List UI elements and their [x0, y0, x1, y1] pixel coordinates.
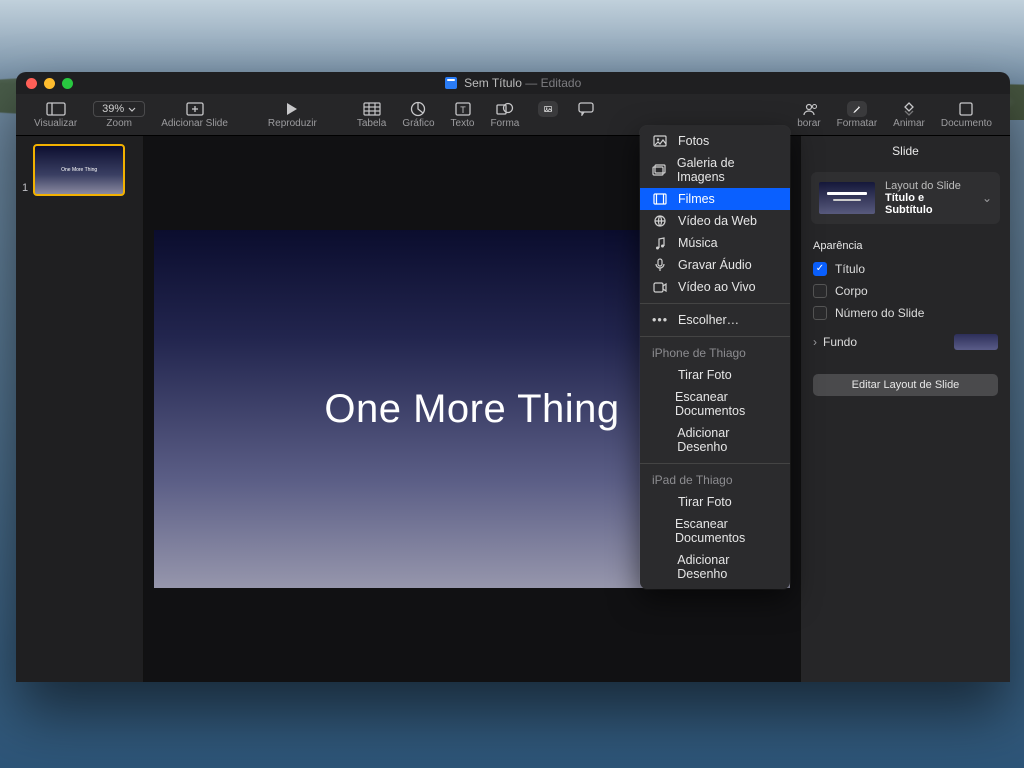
add-slide-button[interactable]: Adicionar Slide: [153, 94, 236, 136]
camera-icon: [652, 282, 668, 293]
document-icon: [445, 77, 457, 89]
menu-item-iphone-scan[interactable]: Escanear Documentos: [640, 386, 790, 422]
view-icon: [46, 101, 66, 117]
comment-button[interactable]: Com: [568, 94, 605, 136]
animate-icon: [899, 101, 919, 117]
layout-label: Layout do Slide: [885, 180, 972, 192]
view-button[interactable]: Visualizar: [26, 94, 85, 136]
chevron-down-icon: [128, 107, 136, 112]
document-name: Sem Título: [464, 76, 522, 90]
text-icon: T: [453, 101, 473, 117]
slide-number: 1: [22, 182, 28, 194]
shape-icon: [495, 101, 515, 117]
collaborate-icon: [799, 101, 819, 117]
gallery-icon: [652, 164, 667, 176]
collaborate-button[interactable]: borar: [789, 94, 828, 136]
edit-layout-button[interactable]: Editar Layout de Slide: [813, 374, 998, 396]
slide-layout-picker[interactable]: Layout do Slide Título e Subtítulo ⌄: [811, 172, 1000, 224]
comment-icon: [576, 101, 596, 117]
chart-icon: [408, 101, 428, 117]
zoom-value[interactable]: 39%: [93, 101, 145, 117]
format-icon: [847, 101, 867, 117]
menu-item-music[interactable]: Música: [640, 232, 790, 254]
menu-item-iphone-photo[interactable]: Tirar Foto: [640, 364, 790, 386]
checkbox-off-icon: [813, 284, 827, 298]
checkbox-on-icon: [813, 262, 827, 276]
media-button[interactable]: Mídia: [527, 94, 567, 136]
play-icon: [282, 101, 302, 117]
shape-button[interactable]: Forma: [482, 94, 527, 136]
layout-thumbnail: [819, 182, 875, 214]
document-button[interactable]: Documento: [933, 94, 1000, 136]
keynote-window: Sem Título — Editado Visualizar 39% Zoom…: [16, 72, 1010, 682]
body-checkbox[interactable]: Corpo: [801, 280, 1010, 302]
menu-item-choose[interactable]: ••• Escolher…: [640, 309, 790, 331]
menu-header-iphone: iPhone de Thiago: [640, 342, 790, 364]
music-icon: [652, 237, 668, 250]
toolbar: Visualizar 39% Zoom Adicionar Slide Repr…: [16, 94, 1010, 136]
menu-item-movies[interactable]: Filmes: [640, 188, 790, 210]
media-icon: [538, 101, 558, 117]
chevron-down-icon: ⌄: [982, 191, 992, 205]
layout-name: Título e Subtítulo: [885, 192, 972, 216]
menu-separator: [640, 303, 790, 304]
menu-separator: [640, 336, 790, 337]
menu-item-web-video[interactable]: Vídeo da Web: [640, 210, 790, 232]
window-title: Sem Título — Editado: [445, 76, 582, 90]
slide-thumb-preview: One More Thing: [33, 144, 125, 196]
text-button[interactable]: T Texto: [443, 94, 483, 136]
menu-separator: [640, 463, 790, 464]
web-video-icon: [652, 215, 668, 227]
title-checkbox[interactable]: Título: [801, 258, 1010, 280]
slide-number-checkbox[interactable]: Número do Slide: [801, 302, 1010, 324]
animate-button[interactable]: Animar: [885, 94, 933, 136]
chart-button[interactable]: Gráfico: [394, 94, 442, 136]
media-dropdown: Fotos Galeria de Imagens Filmes Vídeo da…: [640, 126, 790, 589]
microphone-icon: [652, 258, 668, 272]
appearance-section: Aparência: [801, 230, 1010, 258]
ellipsis-icon: •••: [652, 313, 668, 327]
menu-header-ipad: iPad de Thiago: [640, 469, 790, 491]
chevron-right-icon: ›: [813, 335, 817, 349]
close-button[interactable]: [26, 78, 37, 89]
inspector-tab-slide[interactable]: Slide: [801, 136, 1010, 166]
photos-icon: [652, 135, 668, 147]
menu-item-photos[interactable]: Fotos: [640, 130, 790, 152]
menu-item-ipad-scan[interactable]: Escanear Documentos: [640, 513, 790, 549]
document-status: Editado: [541, 76, 582, 90]
background-swatch[interactable]: [954, 334, 998, 350]
background-disclosure[interactable]: › Fundo: [801, 324, 1010, 350]
titlebar: Sem Título — Editado: [16, 72, 1010, 94]
format-inspector: Slide Layout do Slide Título e Subtítulo…: [800, 136, 1010, 682]
fullscreen-button[interactable]: [62, 78, 73, 89]
menu-item-live-video[interactable]: Vídeo ao Vivo: [640, 276, 790, 298]
checkbox-off-icon: [813, 306, 827, 320]
menu-item-ipad-photo[interactable]: Tirar Foto: [640, 491, 790, 513]
menu-item-image-gallery[interactable]: Galeria de Imagens: [640, 152, 790, 188]
svg-text:T: T: [460, 105, 466, 115]
window-controls: [26, 78, 73, 89]
slide-thumbnail-1[interactable]: 1 One More Thing: [22, 144, 137, 196]
zoom-control[interactable]: 39% Zoom: [85, 94, 153, 136]
plus-icon: [185, 101, 205, 117]
slide-navigator: 1 One More Thing: [16, 136, 144, 682]
movies-icon: [652, 193, 668, 205]
format-button[interactable]: Formatar: [829, 94, 886, 136]
menu-item-iphone-sketch[interactable]: Adicionar Desenho: [640, 422, 790, 458]
table-icon: [362, 101, 382, 117]
menu-item-ipad-sketch[interactable]: Adicionar Desenho: [640, 549, 790, 585]
play-button[interactable]: Reproduzir: [236, 94, 349, 136]
document-icon: [956, 101, 976, 117]
table-button[interactable]: Tabela: [349, 94, 394, 136]
slide-title-text[interactable]: One More Thing: [324, 387, 619, 432]
menu-item-record-audio[interactable]: Gravar Áudio: [640, 254, 790, 276]
minimize-button[interactable]: [44, 78, 55, 89]
